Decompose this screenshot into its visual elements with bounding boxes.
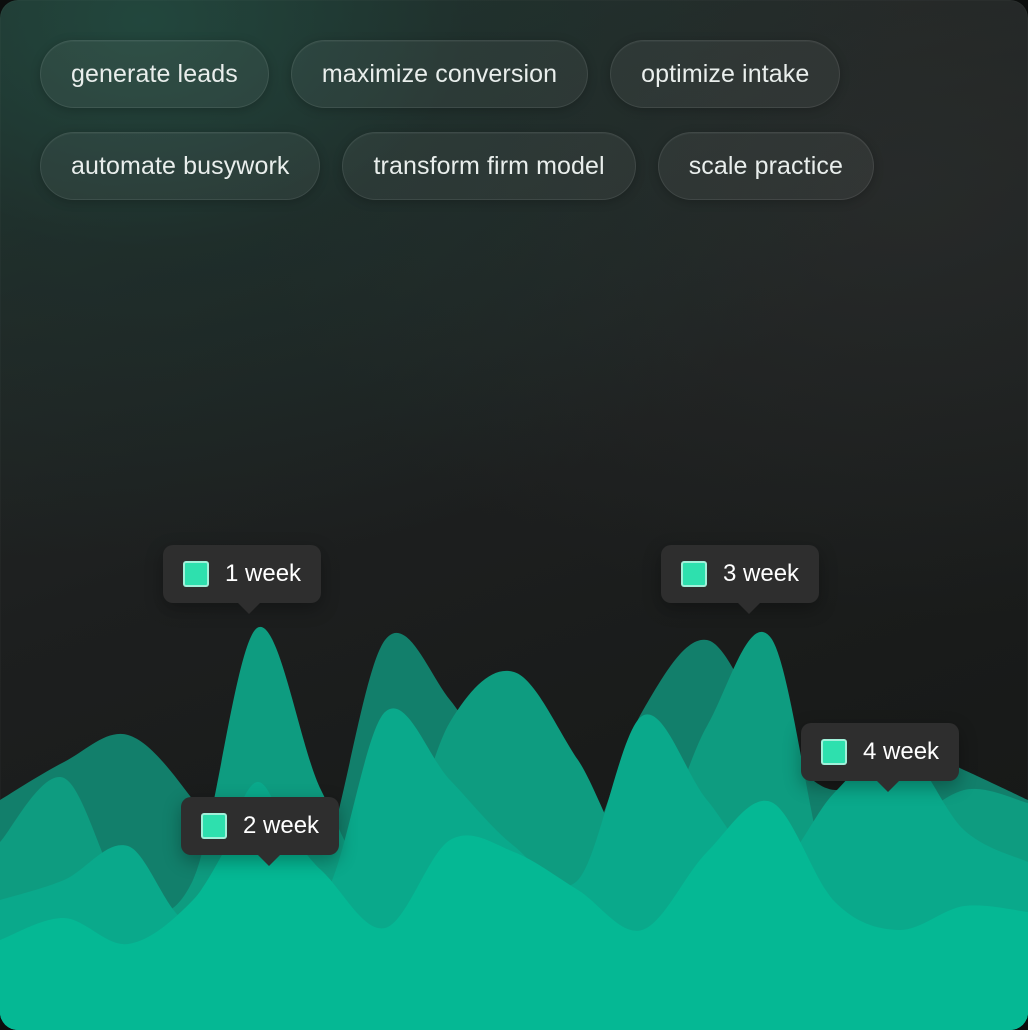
- tooltip-color-swatch: [681, 561, 707, 587]
- tooltip-2-week[interactable]: 2 week: [181, 797, 340, 866]
- tooltip-color-swatch: [201, 813, 227, 839]
- chip-label: automate busywork: [71, 151, 290, 180]
- tooltip-label: 3 week: [723, 560, 800, 587]
- suggestion-chip-group: generate leads maximize conversion optim…: [40, 40, 970, 200]
- chip-label: scale practice: [688, 151, 843, 180]
- chip-scale-practice[interactable]: scale practice: [657, 132, 874, 200]
- chip-automate-busywork[interactable]: automate busywork: [40, 132, 321, 200]
- chip-label: optimize intake: [641, 59, 810, 88]
- chip-maximize-conversion[interactable]: maximize conversion: [290, 40, 589, 108]
- chip-label: generate leads: [71, 59, 238, 88]
- tooltip-label: 1 week: [225, 560, 302, 587]
- tooltip-color-swatch: [821, 739, 847, 765]
- tooltip-label: 4 week: [863, 738, 940, 765]
- tooltip-label: 2 week: [243, 812, 320, 839]
- dashboard-card: generate leads maximize conversion optim…: [0, 0, 1028, 1030]
- tooltip-color-swatch: [183, 561, 209, 587]
- tooltip-3-week[interactable]: 3 week: [661, 545, 820, 614]
- tooltip-4-week[interactable]: 4 week: [801, 723, 960, 792]
- chip-label: transform firm model: [373, 151, 605, 180]
- chip-optimize-intake[interactable]: optimize intake: [610, 40, 841, 108]
- chip-transform-firm-model[interactable]: transform firm model: [342, 132, 636, 200]
- chip-generate-leads[interactable]: generate leads: [40, 40, 269, 108]
- chip-label: maximize conversion: [321, 59, 558, 88]
- tooltip-1-week[interactable]: 1 week: [163, 545, 322, 614]
